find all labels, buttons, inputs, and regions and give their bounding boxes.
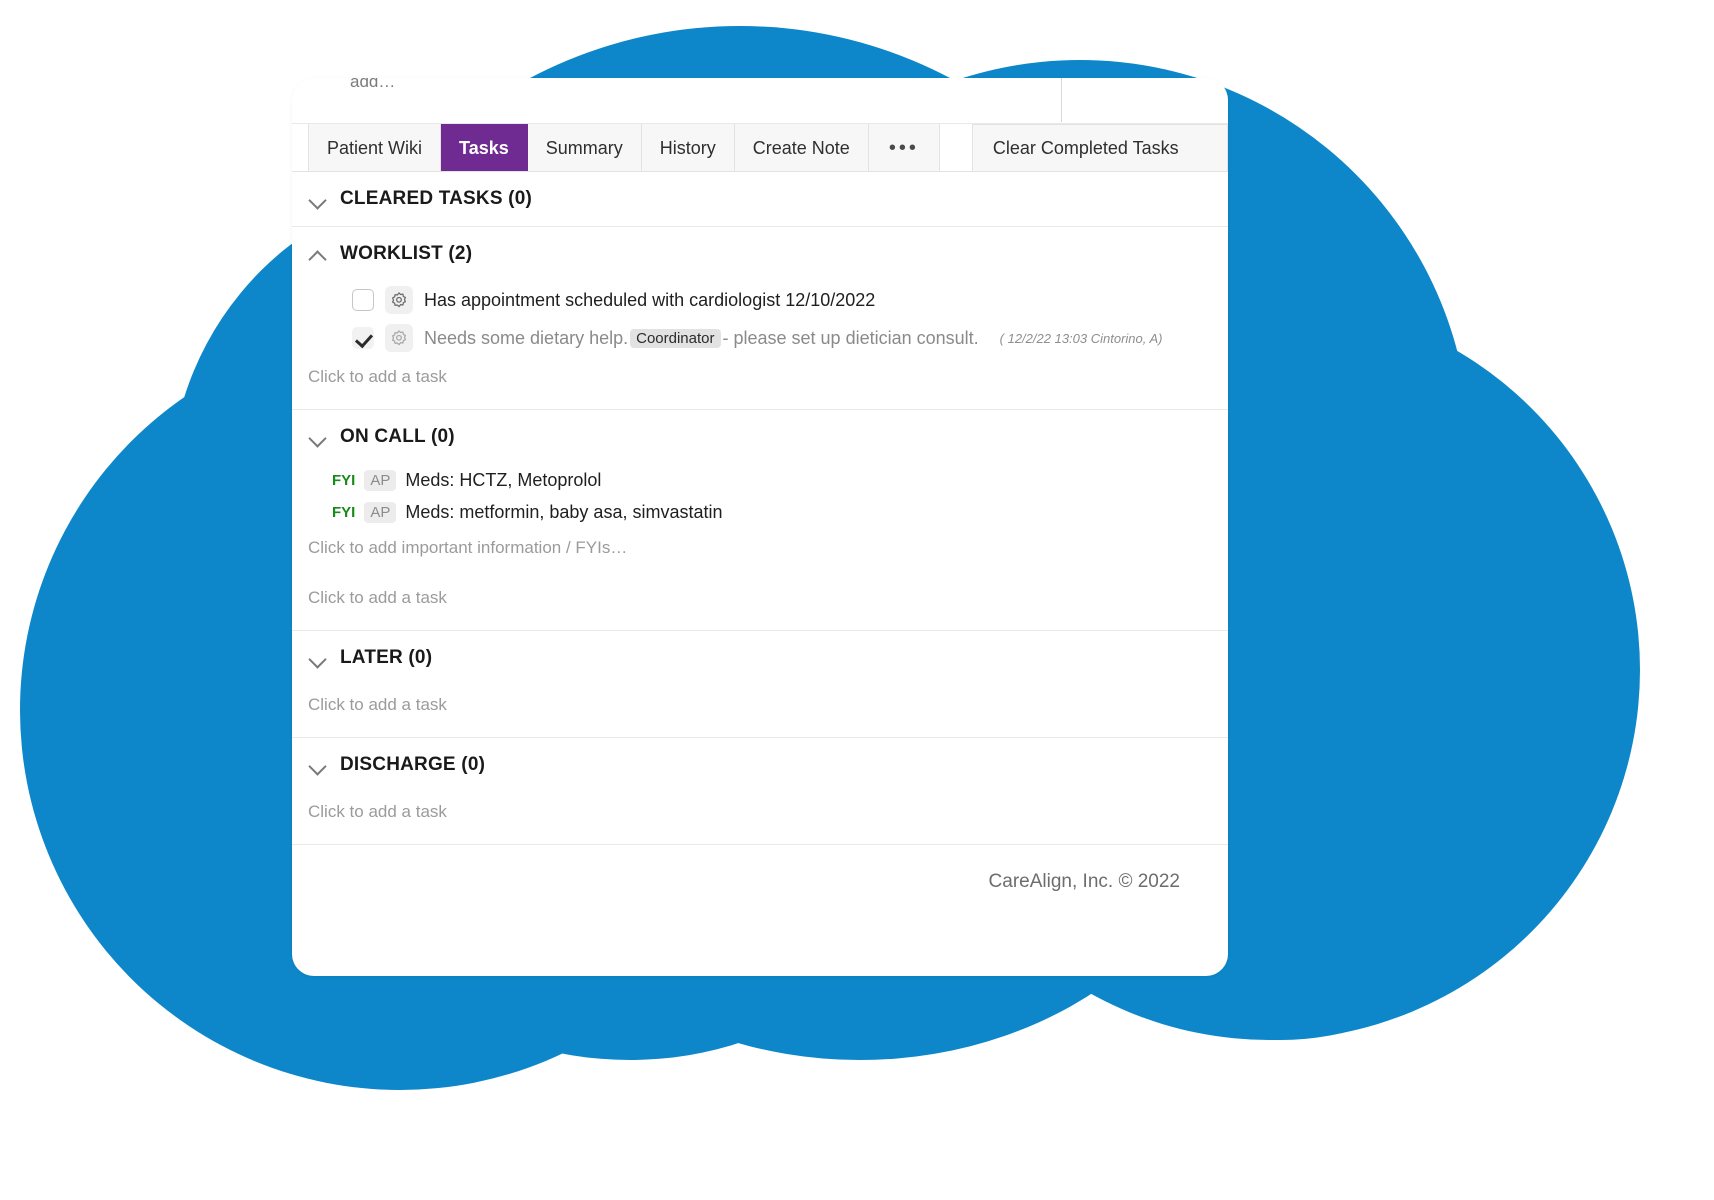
task-checkbox[interactable] — [352, 289, 374, 311]
add-task-placeholder[interactable]: Click to add a task — [292, 357, 1228, 409]
task-timestamp: ( 12/2/22 13:03 Cintorino, A) — [999, 330, 1163, 346]
add-fyi-placeholder[interactable]: Click to add important information / FYI… — [292, 528, 1228, 572]
section-cleared-tasks: CLEARED TASKS (0) — [292, 172, 1228, 227]
section-later-title: LATER (0) — [340, 647, 433, 668]
task-checkbox[interactable] — [352, 327, 374, 349]
section-on-call-header[interactable]: ON CALL (0) — [292, 410, 1228, 464]
clipped-add-text: add… — [350, 78, 396, 91]
footer-copyright: CareAlign, Inc. © 2022 — [988, 871, 1180, 892]
tab-patient-wiki[interactable]: Patient Wiki — [308, 124, 442, 172]
clear-completed-tasks-button[interactable]: Clear Completed Tasks — [971, 124, 1228, 172]
tab-create-note[interactable]: Create Note — [734, 124, 869, 172]
gear-icon[interactable] — [385, 324, 413, 352]
section-on-call: ON CALL (0) FYI AP Meds: HCTZ, Metoprolo… — [292, 410, 1228, 631]
clear-completed-tasks-label: Clear Completed Tasks — [992, 137, 1179, 158]
section-discharge-header[interactable]: DISCHARGE (0) — [292, 738, 1228, 792]
section-on-call-title: ON CALL (0) — [340, 426, 455, 447]
tab-create-note-label: Create Note — [752, 137, 850, 158]
add-task-placeholder[interactable]: Click to add a task — [292, 572, 1228, 630]
section-later-header[interactable]: LATER (0) — [292, 631, 1228, 685]
section-worklist-title: WORKLIST (2) — [340, 243, 473, 264]
tab-history[interactable]: History — [641, 124, 735, 172]
add-task-placeholder[interactable]: Click to add a task — [292, 792, 1228, 844]
fyi-row[interactable]: FYI AP Meds: metformin, baby asa, simvas… — [292, 496, 1228, 528]
gear-icon[interactable] — [385, 286, 413, 314]
tab-history-label: History — [659, 137, 716, 158]
add-task-placeholder[interactable]: Click to add a task — [292, 685, 1228, 737]
section-worklist-header[interactable]: WORKLIST (2) — [292, 227, 1228, 281]
ap-badge: AP — [364, 469, 397, 491]
screenshot-root: add… Patient Wiki Tasks Summary History … — [0, 0, 1714, 1200]
section-cleared-tasks-title: CLEARED TASKS (0) — [340, 188, 532, 209]
tab-tasks[interactable]: Tasks — [441, 124, 528, 172]
tab-bar: Patient Wiki Tasks Summary History Creat… — [292, 124, 1228, 172]
chevron-down-icon[interactable] — [308, 427, 328, 447]
tab-summary[interactable]: Summary — [527, 124, 642, 172]
tab-patient-wiki-label: Patient Wiki — [327, 137, 423, 158]
tab-summary-label: Summary — [545, 137, 623, 158]
fyi-text: Meds: metformin, baby asa, simvastatin — [405, 501, 723, 522]
chevron-down-icon[interactable] — [308, 189, 328, 209]
fyi-tag: FYI — [332, 471, 356, 489]
task-text-completed: Needs some dietary help. Coordinator - ple… — [424, 328, 979, 349]
chevron-down-icon[interactable] — [308, 648, 328, 668]
section-later: LATER (0) Click to add a task — [292, 631, 1228, 738]
task-row[interactable]: Has appointment scheduled with cardiolog… — [292, 281, 1228, 319]
vertical-divider — [1061, 78, 1062, 122]
clipped-top-strip: add… — [292, 78, 1228, 124]
section-discharge-title: DISCHARGE (0) — [340, 754, 486, 775]
chevron-up-icon[interactable] — [308, 244, 328, 264]
tabbar-underline — [292, 171, 1228, 172]
fyi-text: Meds: HCTZ, Metoprolol — [405, 469, 602, 490]
tab-tasks-label: Tasks — [459, 137, 509, 158]
task-text-after-chip: - please set up dietician consult. — [722, 327, 979, 348]
tab-more-options[interactable]: ••• — [868, 124, 940, 172]
section-worklist: WORKLIST (2) Has appointment scheduled w… — [292, 227, 1228, 410]
task-role-chip: Coordinator — [630, 328, 721, 348]
chevron-down-icon[interactable] — [308, 755, 328, 775]
section-discharge: DISCHARGE (0) Click to add a task — [292, 738, 1228, 845]
task-row[interactable]: Needs some dietary help. Coordinator - ple… — [292, 319, 1228, 357]
task-text: Has appointment scheduled with cardiolog… — [424, 289, 876, 310]
fyi-row[interactable]: FYI AP Meds: HCTZ, Metoprolol — [292, 464, 1228, 496]
fyi-tag: FYI — [332, 503, 356, 521]
section-cleared-tasks-header[interactable]: CLEARED TASKS (0) — [292, 172, 1228, 226]
tabbar-spacer — [940, 124, 972, 172]
ap-badge: AP — [364, 501, 397, 523]
task-text-before-chip: Needs some dietary help. — [424, 327, 629, 348]
ellipsis-icon: ••• — [888, 136, 919, 159]
task-sections: CLEARED TASKS (0) WORKLIST (2) Has appoi… — [292, 172, 1228, 913]
task-panel-card: add… Patient Wiki Tasks Summary History … — [292, 78, 1228, 976]
